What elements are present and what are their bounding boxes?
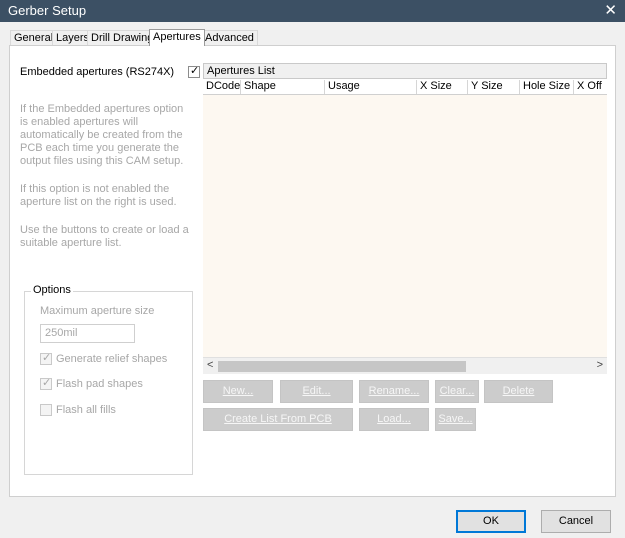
tab-general[interactable]: General	[10, 30, 58, 46]
embedded-apertures-checkbox[interactable]: ✓	[188, 65, 200, 78]
rename-button[interactable]: Rename...	[359, 380, 429, 403]
col-y-size[interactable]: Y Size	[467, 80, 503, 94]
col-usage[interactable]: Usage	[324, 80, 360, 94]
edit-button[interactable]: Edit...	[280, 380, 353, 403]
delete-button[interactable]: Delete	[484, 380, 553, 403]
col-x-offset[interactable]: X Off	[573, 80, 602, 94]
col-x-size[interactable]: X Size	[416, 80, 452, 94]
tab-advanced[interactable]: Advanced	[201, 30, 258, 46]
generate-relief-checkbox[interactable]: ✓	[40, 352, 52, 365]
tab-drill-drawing[interactable]: Drill Drawing	[87, 30, 158, 46]
tab-apertures[interactable]: Apertures	[149, 29, 205, 46]
description-embedded: If the Embedded apertures option is enab…	[20, 103, 184, 167]
check-icon: ✓	[190, 65, 200, 77]
flash-pad-checkbox[interactable]: ✓	[40, 377, 52, 390]
description-buttons: Use the buttons to create or load a suit…	[20, 224, 189, 249]
col-hole-size[interactable]: Hole Size	[519, 80, 570, 94]
new-button[interactable]: New...	[203, 380, 273, 403]
flash-pad-label: Flash pad shapes	[56, 378, 143, 390]
check-icon: ✓	[42, 377, 52, 389]
create-list-from-pcb-button[interactable]: Create List From PCB	[203, 408, 353, 431]
title-bar: Gerber Setup ✕	[0, 0, 625, 22]
apertures-column-header: DCode Shape Usage X Size Y Size Hole Siz…	[203, 79, 607, 95]
max-aperture-label: Maximum aperture size	[40, 305, 155, 317]
flash-all-fills-label: Flash all fills	[56, 404, 116, 416]
close-icon[interactable]: ✕	[604, 1, 617, 19]
scrollbar-thumb[interactable]	[218, 361, 466, 372]
window-title: Gerber Setup	[8, 3, 87, 18]
horizontal-scrollbar[interactable]: < >	[203, 357, 607, 374]
dialog-footer: OK Cancel	[0, 505, 625, 538]
col-dcode[interactable]: DCode	[203, 80, 240, 94]
col-shape[interactable]: Shape	[240, 80, 276, 94]
flash-all-fills-checkbox[interactable]	[40, 404, 52, 416]
clear-button[interactable]: Clear...	[435, 380, 479, 403]
generate-relief-label: Generate relief shapes	[56, 353, 168, 365]
load-button[interactable]: Load...	[359, 408, 429, 431]
apertures-list-body[interactable]	[203, 95, 607, 357]
check-icon: ✓	[42, 352, 52, 364]
cancel-button[interactable]: Cancel	[541, 510, 611, 533]
scroll-left-icon[interactable]: <	[207, 359, 213, 371]
embedded-apertures-label: Embedded apertures (RS274X)	[20, 66, 175, 78]
scroll-right-icon[interactable]: >	[597, 359, 603, 371]
apertures-panel: Embedded apertures (RS274X) ✓ If the Emb…	[9, 45, 616, 497]
options-group: Options Maximum aperture size 250mil ✓ G…	[24, 284, 193, 475]
apertures-list-header: Apertures List	[203, 63, 607, 79]
description-not-enabled: If this option is not enabled the apertu…	[20, 183, 177, 208]
max-aperture-input[interactable]: 250mil	[40, 324, 135, 343]
options-legend: Options	[31, 284, 73, 296]
ok-button[interactable]: OK	[456, 510, 526, 533]
save-button[interactable]: Save...	[435, 408, 476, 431]
